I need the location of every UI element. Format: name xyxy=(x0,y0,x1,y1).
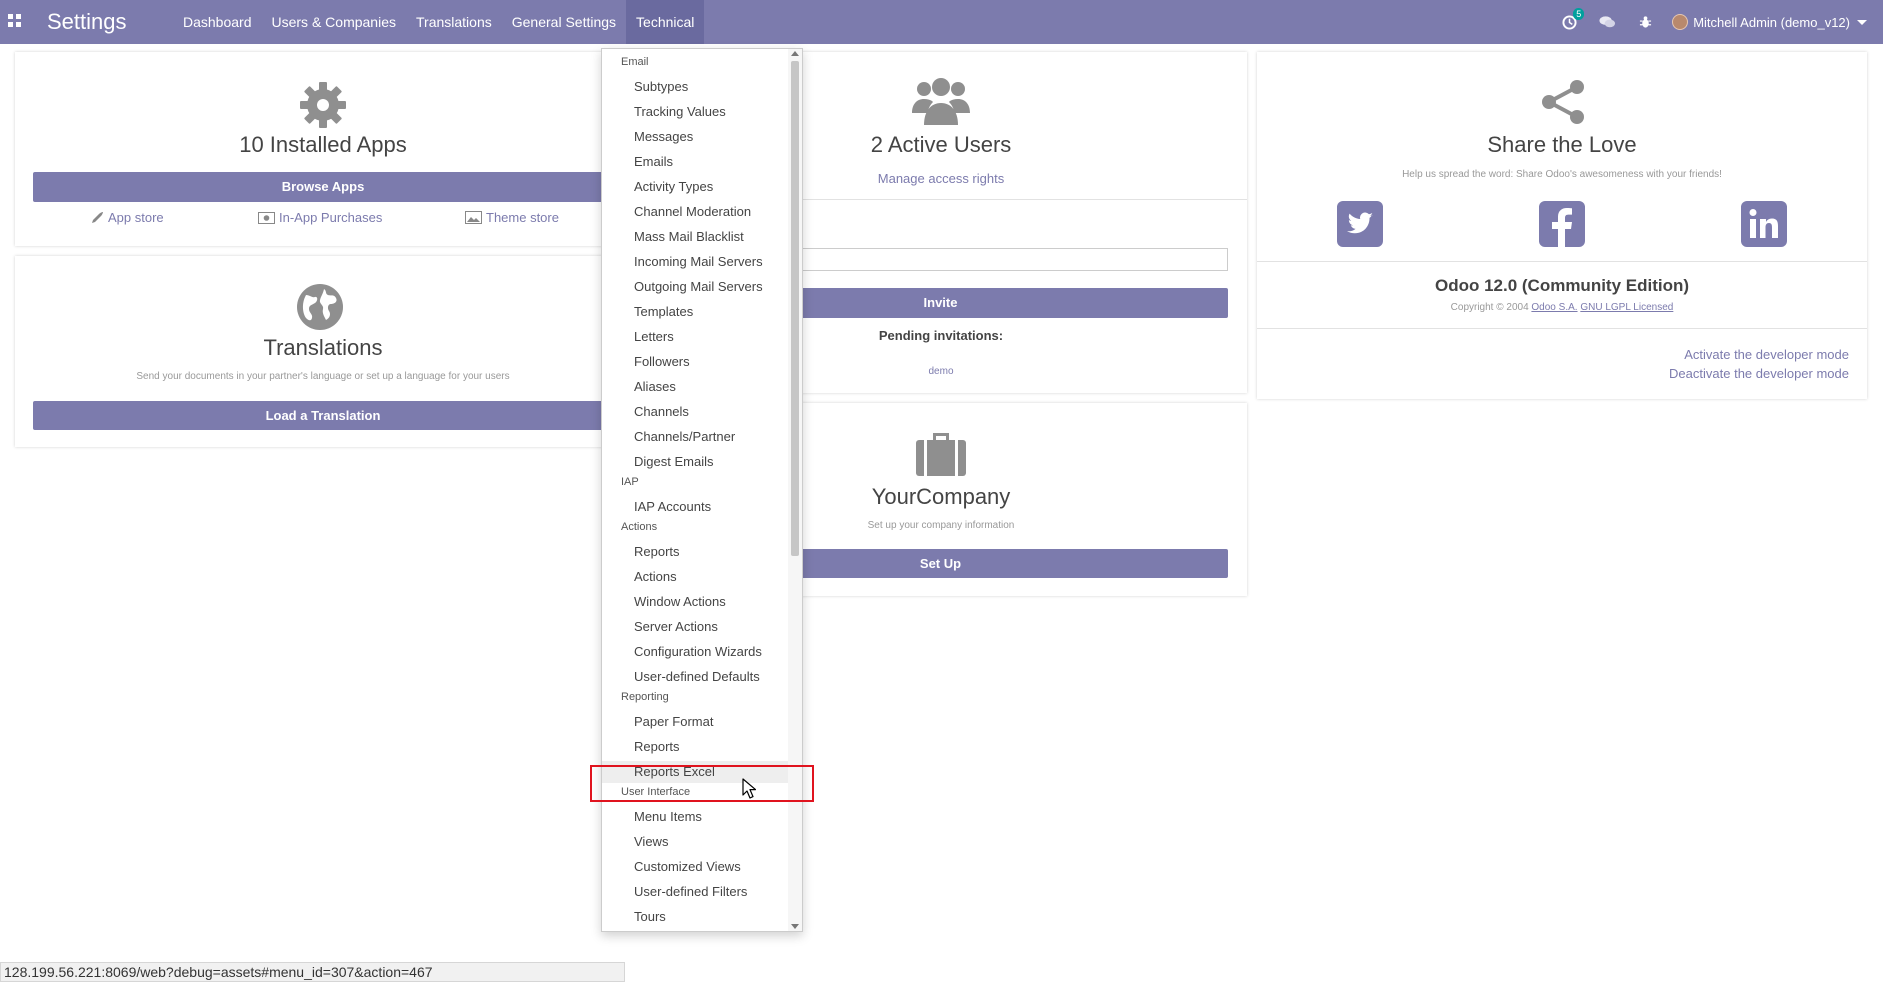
dropdown-item-outgoing-mail-servers[interactable]: Outgoing Mail Servers xyxy=(602,276,788,298)
dropdown-item-iap-accounts[interactable]: IAP Accounts xyxy=(602,496,788,518)
menu-translations[interactable]: Translations xyxy=(406,0,502,44)
globe-icon xyxy=(297,284,343,330)
dropdown-item-customized-views[interactable]: Customized Views xyxy=(602,856,788,878)
linkedin-icon[interactable] xyxy=(1741,201,1787,247)
user-avatar xyxy=(1672,14,1689,30)
license-link[interactable]: GNU LGPL Licensed xyxy=(1580,302,1673,313)
dropdown-item-user-defined-defaults[interactable]: User-defined Defaults xyxy=(602,666,788,688)
dropdown-item-letters[interactable]: Letters xyxy=(602,326,788,348)
installed-apps-title: 10 Installed Apps xyxy=(239,132,407,157)
dropdown-item-channel-moderation[interactable]: Channel Moderation xyxy=(602,201,788,223)
dropdown-item-digest-emails[interactable]: Digest Emails xyxy=(602,451,788,473)
menu-dashboard[interactable]: Dashboard xyxy=(173,0,262,44)
dropdown-item-menu-items[interactable]: Menu Items xyxy=(602,806,788,828)
share-the-love-card: Share the Love Help us spread the word: … xyxy=(1257,52,1867,399)
dropdown-item-aliases[interactable]: Aliases xyxy=(602,376,788,398)
user-menu[interactable]: Mitchell Admin (demo_v12) xyxy=(1664,14,1883,30)
app-title[interactable]: Settings xyxy=(47,9,127,35)
apps-menu-icon[interactable] xyxy=(8,14,22,28)
menu-users-companies[interactable]: Users & Companies xyxy=(262,0,407,44)
chevron-down-icon xyxy=(1857,19,1867,25)
odoo-sa-link[interactable]: Odoo S.A. xyxy=(1531,302,1577,313)
installed-apps-card: 10 Installed Apps Browse Apps App store … xyxy=(15,52,631,246)
browser-status-url: 128.199.56.221:8069/web?debug=assets#men… xyxy=(0,962,625,982)
translations-subtitle: Send your documents in your partner's la… xyxy=(136,371,510,382)
share-title: Share the Love xyxy=(1487,132,1637,157)
briefcase-icon xyxy=(916,433,966,476)
top-navbar: Settings Dashboard Users & Companies Tra… xyxy=(0,0,1883,44)
twitter-icon[interactable] xyxy=(1337,201,1383,247)
dropdown-item-followers[interactable]: Followers xyxy=(602,351,788,373)
scroll-down-arrow-icon[interactable] xyxy=(791,924,799,929)
dropdown-item-user-defined-filters[interactable]: User-defined Filters xyxy=(602,881,788,903)
deactivate-developer-mode-link[interactable]: Deactivate the developer mode xyxy=(1669,364,1849,383)
dropdown-item-tracking-values[interactable]: Tracking Values xyxy=(602,101,788,123)
share-icon xyxy=(1542,80,1584,124)
manage-access-rights-link[interactable]: Manage access rights xyxy=(878,171,1004,186)
app-store-link-wrap[interactable]: App store xyxy=(90,210,164,225)
dropdown-item-paper-format[interactable]: Paper Format xyxy=(602,711,788,733)
dropdown-item-server-actions[interactable]: Server Actions xyxy=(602,616,788,638)
facebook-icon[interactable] xyxy=(1539,201,1585,247)
money-icon xyxy=(258,211,275,224)
main-menu: Dashboard Users & Companies Translations… xyxy=(173,0,705,44)
user-name: Mitchell Admin (demo_v12) xyxy=(1693,14,1850,30)
dropdown-section-header: Actions xyxy=(621,521,658,533)
copyright-line: Copyright © 2004 Odoo S.A. GNU LGPL Lice… xyxy=(1257,302,1867,313)
dropdown-item-subtypes[interactable]: Subtypes xyxy=(602,76,788,98)
copyright-prefix: Copyright © 2004 xyxy=(1450,302,1529,313)
scroll-thumb[interactable] xyxy=(791,61,799,556)
dropdown-item-messages[interactable]: Messages xyxy=(602,126,788,148)
dropdown-item-emails[interactable]: Emails xyxy=(602,151,788,173)
odoo-version: Odoo 12.0 (Community Edition) xyxy=(1434,276,1690,295)
dropdown-item-incoming-mail-servers[interactable]: Incoming Mail Servers xyxy=(602,251,788,273)
app-store-link[interactable]: App store xyxy=(108,210,164,225)
dropdown-section-header: IAP xyxy=(621,476,639,488)
dropdown-item-mass-mail-blacklist[interactable]: Mass Mail Blacklist xyxy=(602,226,788,248)
activate-developer-mode-link[interactable]: Activate the developer mode xyxy=(1669,345,1849,364)
dropdown-item-actions[interactable]: Actions xyxy=(602,566,788,588)
in-app-purchases-link-wrap[interactable]: In-App Purchases xyxy=(258,210,382,225)
bug-debug-icon[interactable] xyxy=(1634,0,1656,44)
theme-store-link-wrap[interactable]: Theme store xyxy=(465,210,559,225)
translations-card: Translations Send your documents in your… xyxy=(15,256,631,447)
users-group-icon xyxy=(912,78,970,125)
rocket-icon xyxy=(92,211,103,223)
dropdown-section-header: Email xyxy=(621,56,649,68)
browse-apps-button[interactable]: Browse Apps xyxy=(33,172,613,202)
dropdown-section-header: Reporting xyxy=(621,691,669,703)
translations-title: Translations xyxy=(263,335,383,360)
scroll-up-arrow-icon[interactable] xyxy=(791,51,799,56)
dropdown-item-channels-partner[interactable]: Channels/Partner xyxy=(602,426,788,448)
menu-technical[interactable]: Technical xyxy=(626,0,705,44)
activity-badge: 5 xyxy=(1573,8,1585,20)
dropdown-item-reports[interactable]: Reports xyxy=(602,736,788,758)
dropdown-item-reports[interactable]: Reports xyxy=(602,541,788,563)
dropdown-item-views[interactable]: Views xyxy=(602,831,788,853)
mouse-pointer-icon xyxy=(742,778,756,799)
dropdown-item-channels[interactable]: Channels xyxy=(602,401,788,423)
share-subtitle: Help us spread the word: Share Odoo's aw… xyxy=(1402,169,1722,180)
picture-icon xyxy=(465,211,482,224)
menu-general-settings[interactable]: General Settings xyxy=(502,0,626,44)
dropdown-item-tours[interactable]: Tours xyxy=(602,906,788,928)
chat-bubbles-icon[interactable] xyxy=(1596,0,1618,44)
activity-clock-icon[interactable]: 5 xyxy=(1558,0,1585,44)
highlight-annotation-box xyxy=(590,765,814,802)
dropdown-item-window-actions[interactable]: Window Actions xyxy=(602,591,788,613)
pending-user-link[interactable]: demo xyxy=(928,366,953,377)
dropdown-item-templates[interactable]: Templates xyxy=(602,301,788,323)
in-app-purchases-link[interactable]: In-App Purchases xyxy=(279,210,382,225)
gear-icon xyxy=(300,82,346,128)
theme-store-link[interactable]: Theme store xyxy=(486,210,559,225)
load-translation-button[interactable]: Load a Translation xyxy=(33,401,613,430)
dropdown-item-configuration-wizards[interactable]: Configuration Wizards xyxy=(602,641,788,663)
dropdown-item-activity-types[interactable]: Activity Types xyxy=(602,176,788,198)
